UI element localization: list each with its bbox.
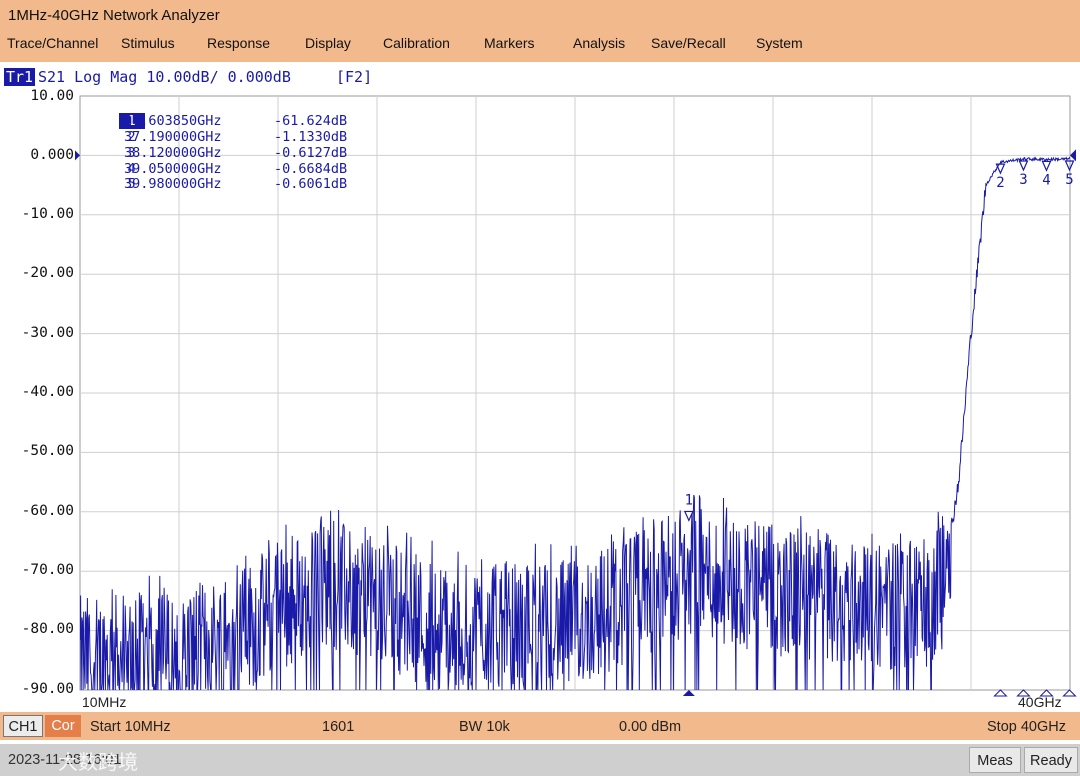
meas-button[interactable]: Meas: [969, 747, 1021, 773]
start-frequency[interactable]: Start 10MHz: [90, 719, 171, 735]
marker-amplitude: -0.6061dB: [274, 176, 348, 192]
y-tick-label: -70.00: [21, 562, 74, 578]
marker-label: 3: [1019, 172, 1027, 188]
marker-baseline-indicator: [682, 690, 695, 696]
marker-amplitude: -0.6127dB: [274, 145, 348, 161]
x-start-label: 10MHz: [82, 694, 127, 710]
marker-label: 4: [1042, 172, 1050, 188]
stop-frequency[interactable]: Stop 40GHz: [987, 719, 1066, 735]
x-stop-label: 40GHz: [1018, 694, 1062, 710]
y-tick-label: -30.00: [21, 325, 74, 341]
ready-indicator: Ready: [1024, 747, 1078, 773]
if-bandwidth[interactable]: BW 10k: [459, 719, 510, 735]
marker-amplitude: -61.624dB: [274, 113, 348, 129]
reference-level-left-marker: [75, 150, 80, 161]
marker-amplitude: -0.6684dB: [274, 161, 348, 177]
marker-row[interactable]: 5 39.980000GHz -0.6061dB: [86, 160, 347, 208]
marker-baseline-indicator: [1062, 689, 1077, 697]
y-tick-label: 10.00: [30, 88, 74, 104]
y-tick-label: 0.000: [30, 147, 74, 163]
marker-label: 5: [1065, 172, 1073, 188]
reference-level-right-marker: [1070, 149, 1076, 162]
marker-label: 2: [996, 175, 1004, 191]
channel-button[interactable]: CH1: [3, 715, 43, 737]
y-tick-label: -80.00: [21, 621, 74, 637]
marker-baseline-indicator: [993, 689, 1008, 697]
marker-frequency: 39.980000GHz: [124, 176, 222, 192]
correction-badge[interactable]: Cor: [45, 715, 81, 737]
sweep-points[interactable]: 1601: [322, 719, 354, 735]
channel-status-bar: CH1 Cor Start 10MHz 1601 BW 10k 0.00 dBm…: [0, 712, 1080, 740]
y-tick-label: -60.00: [21, 503, 74, 519]
marker-label: 1: [685, 492, 693, 508]
y-tick-label: -90.00: [21, 681, 74, 697]
marker-amplitude: -1.1330dB: [274, 129, 348, 145]
y-tick-label: -50.00: [21, 443, 74, 459]
status-bar: 2023-11-28 16:01 大数跨境 Meas Ready: [0, 744, 1080, 776]
y-tick-label: -20.00: [21, 265, 74, 281]
measurement-plot[interactable]: 1 2 3 4 5: [0, 0, 1080, 712]
source-power[interactable]: 0.00 dBm: [619, 719, 681, 735]
watermark: 大数跨境: [58, 750, 138, 774]
y-tick-label: -10.00: [21, 206, 74, 222]
y-tick-label: -40.00: [21, 384, 74, 400]
